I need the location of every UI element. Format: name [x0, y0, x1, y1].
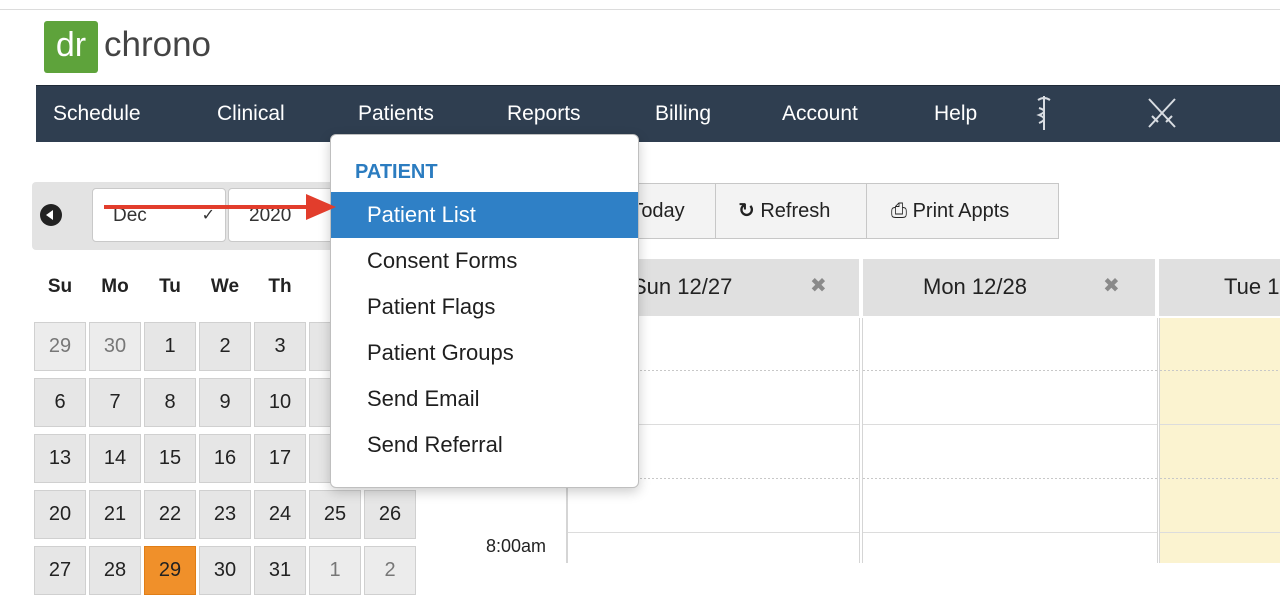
calendar-day[interactable]: 15	[144, 434, 196, 483]
print-appts-button[interactable]: ⎙ Print Appts	[866, 183, 1059, 239]
nav-help[interactable]: Help	[934, 86, 977, 142]
menu-item-patient-list[interactable]: Patient List	[331, 192, 638, 238]
dow-th: Th	[268, 276, 292, 297]
chevron-down-icon: ✓	[201, 207, 215, 224]
grid-line	[1160, 478, 1280, 479]
calendar-day[interactable]: 31	[254, 546, 306, 595]
calendar-day[interactable]: 30	[89, 322, 141, 371]
column-header-label: Sun 12/27	[632, 274, 733, 299]
nav-schedule[interactable]: Schedule	[53, 86, 141, 142]
calendar-day[interactable]: 3	[254, 322, 306, 371]
close-icon[interactable]: ✖	[810, 259, 827, 314]
grid-line	[863, 478, 1157, 479]
column-header-label: Mon 12/28	[923, 274, 1027, 299]
swords-icon[interactable]	[1146, 96, 1178, 135]
calendar-day[interactable]: 1	[309, 546, 361, 595]
calendar-day-today[interactable]: 29	[144, 546, 196, 595]
column-header-label: Tue 1	[1224, 274, 1280, 299]
calendar-day[interactable]: 29	[34, 322, 86, 371]
caduceus-icon[interactable]	[1036, 94, 1052, 137]
day-column-tue[interactable]	[1159, 318, 1280, 563]
logo-mark: dr	[44, 21, 98, 73]
logo-name: chrono	[104, 25, 212, 64]
annotation-arrow-head-icon	[306, 194, 336, 220]
grid-line	[863, 370, 1157, 371]
calendar-day[interactable]: 10	[254, 378, 306, 427]
print-label: Print Appts	[912, 200, 1010, 222]
dropdown-header: PATIENT	[355, 161, 438, 183]
grid-line	[1160, 424, 1280, 425]
calendar-day[interactable]: 21	[89, 490, 141, 539]
dow-su: Su	[47, 276, 73, 297]
calendar-day[interactable]: 23	[199, 490, 251, 539]
calendar-day[interactable]: 20	[34, 490, 86, 539]
time-label: 8:00am	[486, 536, 547, 556]
calendar-day[interactable]: 1	[144, 322, 196, 371]
annotation-arrow	[104, 205, 314, 209]
column-header-mon: Mon 12/28 ✖	[863, 259, 1155, 316]
dow-tu: Tu	[159, 276, 181, 297]
calendar-day[interactable]: 2	[199, 322, 251, 371]
day-column-mon[interactable]	[862, 318, 1158, 563]
main-navbar: Schedule Clinical Patients Reports Billi…	[36, 85, 1280, 142]
grid-line	[863, 424, 1157, 425]
patients-dropdown-menu: PATIENT Patient List Consent Forms Patie…	[330, 134, 639, 488]
grid-line	[1160, 532, 1280, 533]
nav-clinical[interactable]: Clinical	[217, 86, 285, 142]
calendar-day[interactable]: 26	[364, 490, 416, 539]
calendar-day[interactable]: 27	[34, 546, 86, 595]
grid-line	[863, 532, 1157, 533]
calendar-day[interactable]: 17	[254, 434, 306, 483]
calendar-day[interactable]: 13	[34, 434, 86, 483]
calendar-day[interactable]: 16	[199, 434, 251, 483]
refresh-button[interactable]: ↻ Refresh	[715, 183, 867, 239]
calendar-day[interactable]: 14	[89, 434, 141, 483]
column-header-tue: Tue 1	[1159, 259, 1280, 316]
grid-line	[568, 532, 859, 533]
menu-item-consent-forms[interactable]: Consent Forms	[331, 238, 638, 284]
refresh-label: Refresh	[760, 200, 831, 222]
top-divider	[0, 9, 1280, 10]
calendar-day[interactable]: 7	[89, 378, 141, 427]
drchrono-logo[interactable]: dr chrono	[44, 21, 211, 73]
month-select[interactable]: Dec ✓	[92, 188, 226, 242]
menu-item-patient-groups[interactable]: Patient Groups	[331, 330, 638, 376]
calendar-day[interactable]: 28	[89, 546, 141, 595]
calendar-day[interactable]: 24	[254, 490, 306, 539]
calendar-day[interactable]: 2	[364, 546, 416, 595]
nav-billing[interactable]: Billing	[655, 86, 711, 142]
calendar-day[interactable]: 9	[199, 378, 251, 427]
calendar-day[interactable]: 25	[309, 490, 361, 539]
dow-we: We	[210, 276, 240, 297]
menu-item-send-referral[interactable]: Send Referral	[331, 422, 638, 468]
dow-mo: Mo	[101, 276, 129, 297]
calendar-day[interactable]: 8	[144, 378, 196, 427]
calendar-day[interactable]: 30	[199, 546, 251, 595]
prev-month-icon[interactable]	[40, 204, 62, 226]
printer-icon: ⎙	[891, 200, 907, 222]
calendar-day[interactable]: 6	[34, 378, 86, 427]
menu-item-patient-flags[interactable]: Patient Flags	[331, 284, 638, 330]
grid-line	[1160, 370, 1280, 371]
refresh-icon: ↻	[738, 200, 755, 222]
menu-item-send-email[interactable]: Send Email	[331, 376, 638, 422]
calendar-day[interactable]: 22	[144, 490, 196, 539]
close-icon[interactable]: ✖	[1103, 259, 1120, 314]
nav-account[interactable]: Account	[782, 86, 858, 142]
